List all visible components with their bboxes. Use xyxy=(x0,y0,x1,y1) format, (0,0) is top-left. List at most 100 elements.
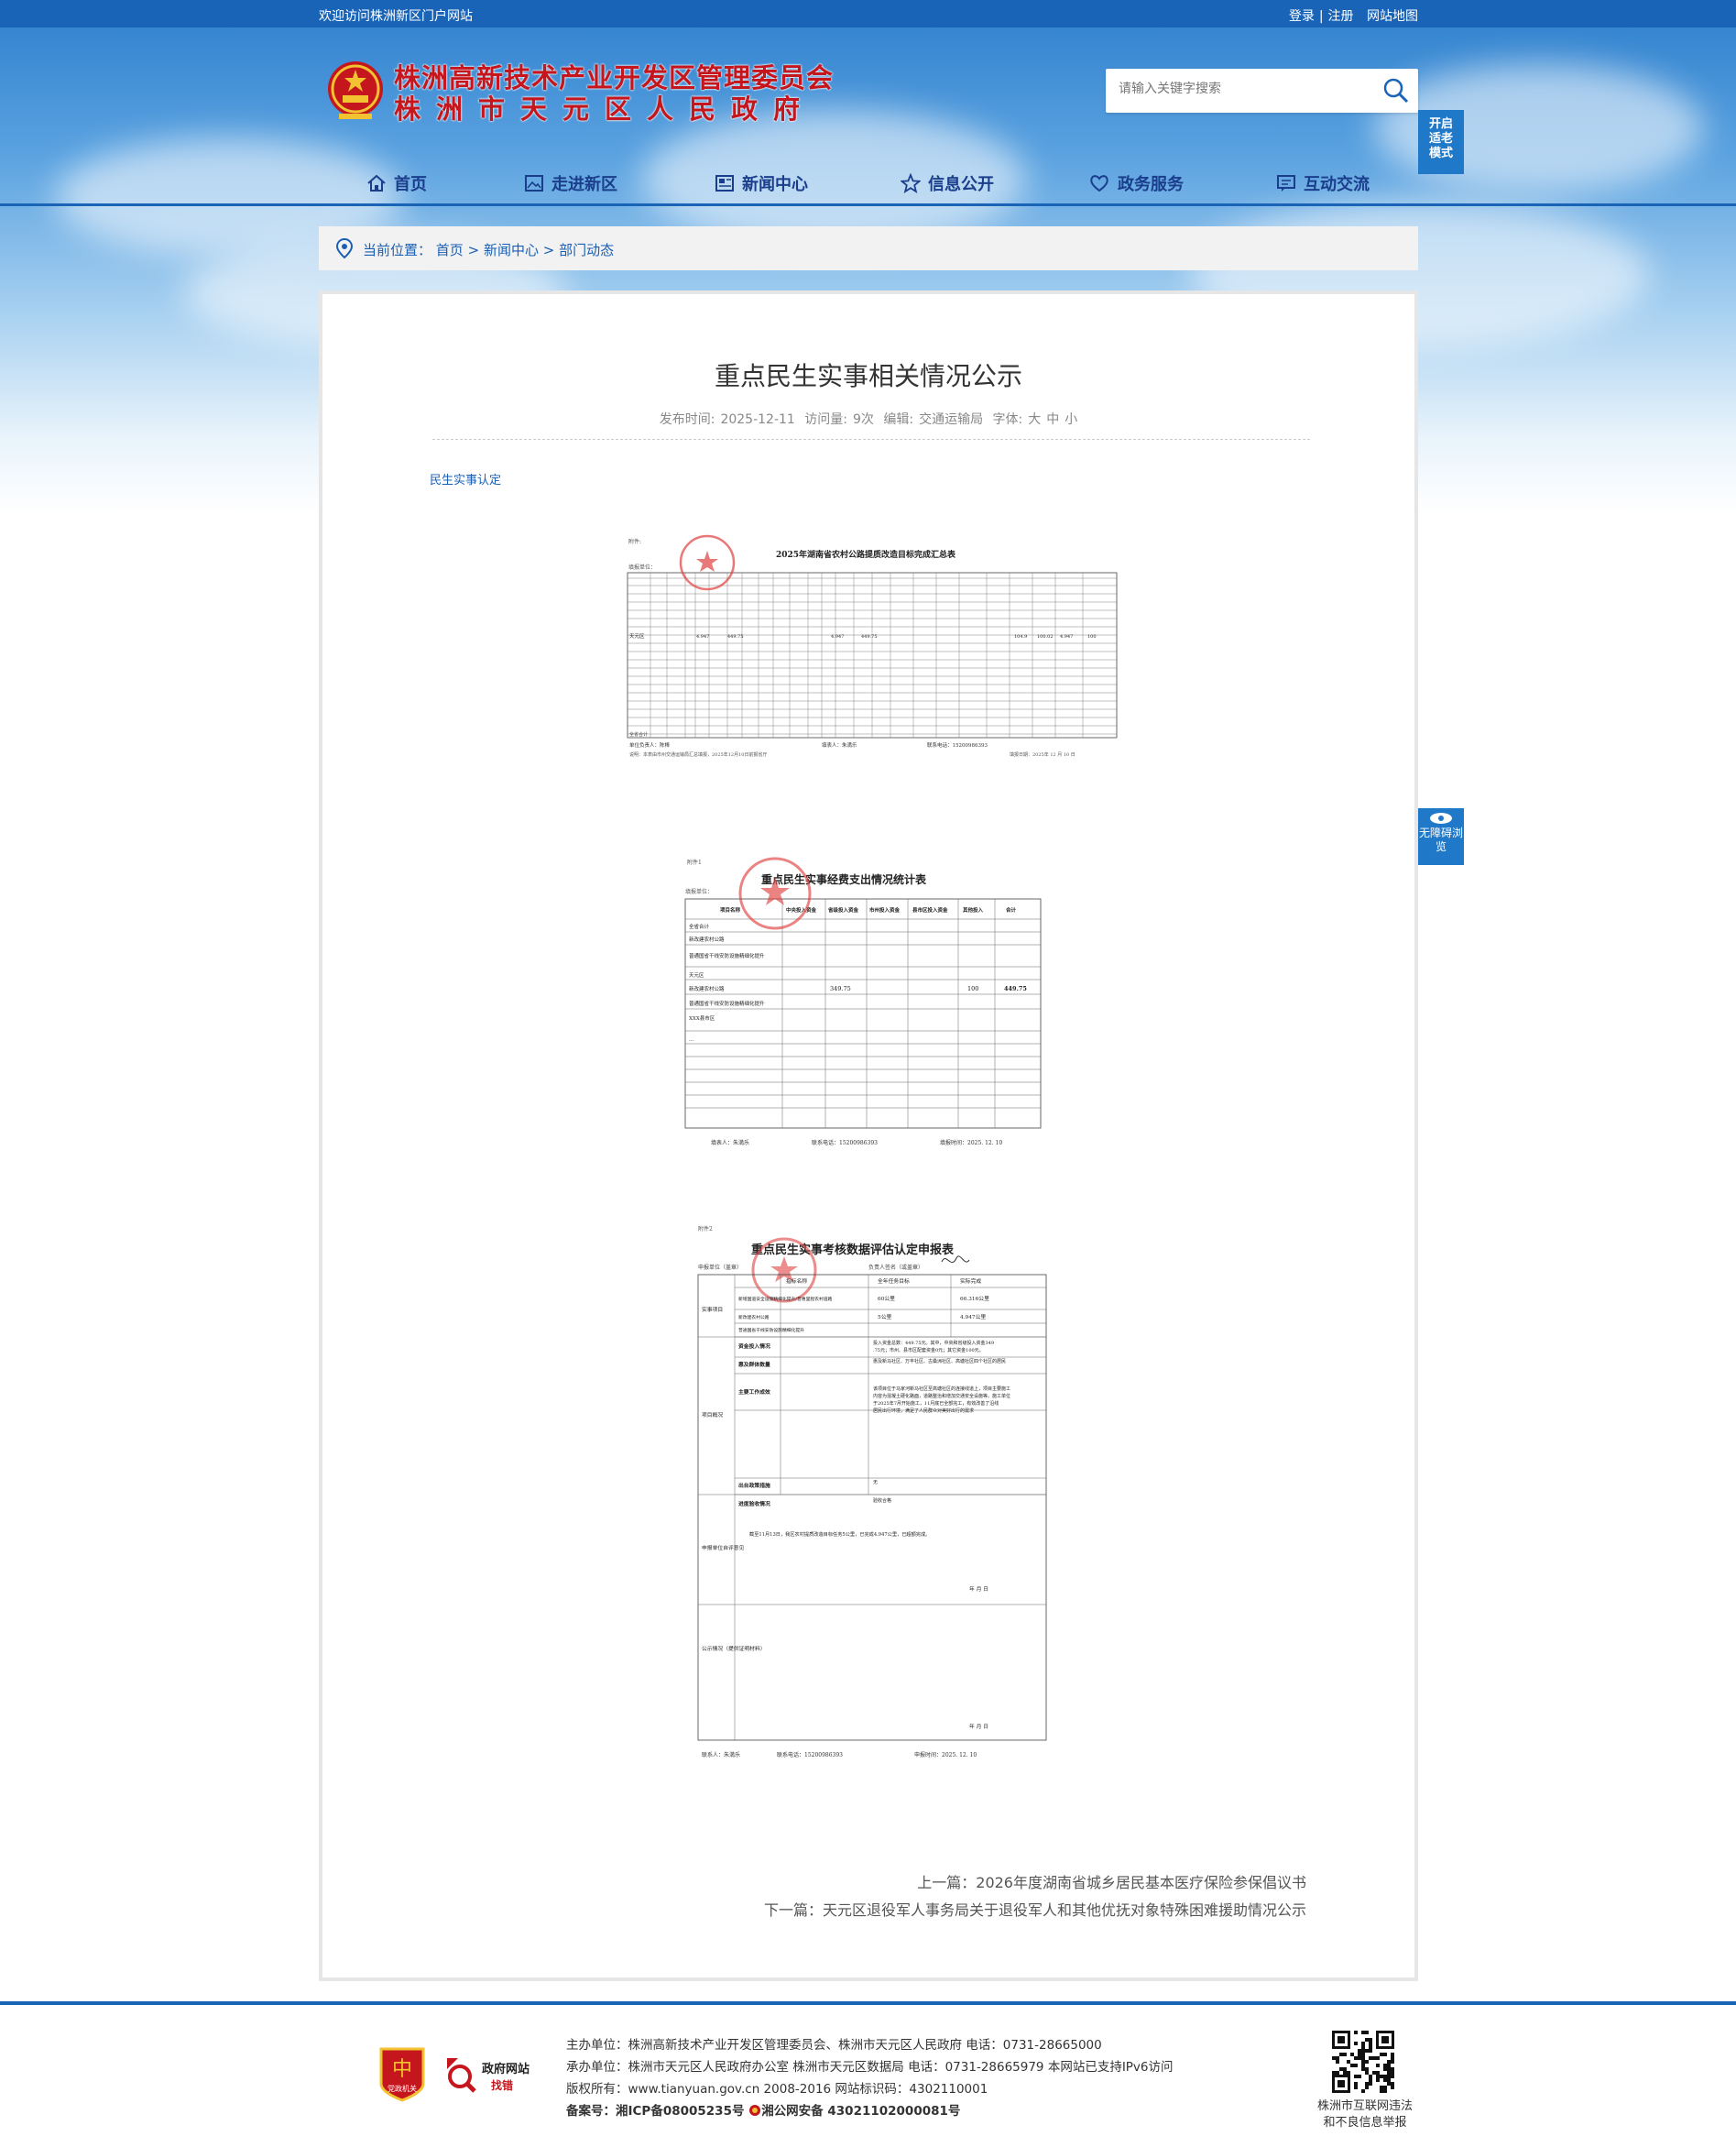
doc3-detail-key: 惠及群体数量 xyxy=(738,1361,770,1368)
doc3-detail-value: 于2025年7月开始施工，11月底已全部完工，有效改善了沿线 xyxy=(873,1400,999,1407)
article-tag[interactable]: 民生实事认定 xyxy=(430,470,501,487)
font-size-medium[interactable]: 中 xyxy=(1046,412,1059,427)
host-text: 株洲高新技术产业开发区管理委员会、株洲市天元区人民政府 电话：0731-2866… xyxy=(628,2038,1102,2053)
site-title-line2: 株洲市天元区人民政府 xyxy=(394,93,816,125)
breadcrumb-home[interactable]: 首页 xyxy=(436,242,464,258)
doc3-detail-value: 验收合格 xyxy=(873,1497,891,1504)
doc3-detail-value: 惠及新马社区、万丰社区、古桑洲社区、高塘社区四个社区的居民 xyxy=(873,1358,1006,1364)
next-article[interactable]: 下一篇：天元区退役军人事务局关于退役军人和其他优抚对象特殊困难援助情况公示 xyxy=(764,1898,1306,1920)
separator: | xyxy=(1318,9,1324,24)
nav-item-info-public[interactable]: 信息公开 xyxy=(901,169,994,198)
doc1-value: 4.947 xyxy=(831,634,844,640)
doc2-header: 合计 xyxy=(1006,906,1017,914)
nav-item-home[interactable]: 首页 xyxy=(366,169,427,198)
doc3-detail-value: 投入资金总数：449.75元。其中，中央和省级投入资金349 xyxy=(873,1340,994,1346)
doc1-footer-left: 单位负责人：陈棒 xyxy=(629,741,671,749)
heart-hand-icon xyxy=(1090,175,1108,192)
police-record[interactable]: 湘公网安备 43021102000081号 xyxy=(761,2104,960,2119)
doc3-col: 实际完成 xyxy=(960,1277,981,1285)
national-emblem-logo[interactable] xyxy=(326,59,385,123)
nav-label: 信息公开 xyxy=(928,175,994,194)
nav-label: 政务服务 xyxy=(1118,175,1184,194)
nav-item-interaction[interactable]: 互动交流 xyxy=(1276,169,1370,198)
doc1-value: 4.947 xyxy=(696,634,709,640)
qr-caption-line2: 和不良信息举报 xyxy=(1323,2116,1407,2130)
qr-code-icon[interactable] xyxy=(1330,2029,1396,2095)
site-title-line1: 株洲高新技术产业开发区管理委员会 xyxy=(394,62,835,93)
qr-caption-line1: 株洲市互联网违法 xyxy=(1316,2099,1413,2113)
doc1-value: 449.75 xyxy=(727,634,744,640)
nav-label: 走进新区 xyxy=(551,175,617,194)
doc3-date: 年 月 日 xyxy=(969,1585,988,1593)
copyright-label: 版权所有： xyxy=(566,2082,628,2097)
doc2-row-name: ... xyxy=(689,1037,693,1043)
login-link[interactable]: 登录 xyxy=(1289,9,1315,24)
doc1-value: 449.75 xyxy=(861,634,878,640)
doc1-title: 2025年湖南省农村公路提质改造目标完成汇总表 xyxy=(776,549,956,560)
attachment-image-summary-table: 附件: 2025年湖南省农村公路提质改造目标完成汇总表 填报单位： 天元区 4.… xyxy=(625,532,1119,789)
doc3-footer-right: 申报时间：2025. 12. 10 xyxy=(914,1751,977,1758)
breadcrumb-sep: > xyxy=(542,242,555,258)
barrier-free-button[interactable]: 无障碍浏览 xyxy=(1418,808,1464,865)
doc1-value: 100.02 xyxy=(1037,634,1054,640)
nav-item-gov-service[interactable]: 政务服务 xyxy=(1088,169,1184,198)
doc2-row-name: 新改建农村公路 xyxy=(689,985,725,992)
sitemap-link[interactable]: 网站地图 xyxy=(1367,9,1418,24)
location-pin-icon xyxy=(335,237,354,259)
article-title: 重点民生实事相关情况公示 xyxy=(714,361,1022,391)
title-divider xyxy=(432,439,1310,440)
doc1-unit: 填报单位： xyxy=(628,564,656,571)
doc1-total: 全省合计 xyxy=(629,731,648,738)
barrier-free-label: 无障碍浏览 xyxy=(1418,827,1463,853)
doc1-value: 4.947 xyxy=(1060,634,1073,640)
prev-label: 上一篇： xyxy=(917,1874,977,1891)
doc3-self-eval: 截至11月13日，我区农村提质改造目标任务5公里，已完成4.947公里，已超额完… xyxy=(749,1530,930,1538)
welcome-text: 欢迎访问株洲新区门户网站 xyxy=(319,9,473,24)
register-link[interactable]: 注册 xyxy=(1328,9,1354,24)
gov-website-error-badge[interactable]: 政府网站 找错 xyxy=(445,2056,537,2100)
doc2-title: 重点民生实事经费支出情况统计表 xyxy=(761,872,927,886)
doc2-row-name: XXX县市区 xyxy=(689,1014,715,1022)
doc1-value: 104.9 xyxy=(1014,634,1027,640)
search-input[interactable] xyxy=(1119,82,1366,96)
elder-mode-button[interactable]: 开启适老模式 xyxy=(1418,110,1464,174)
editor-label: 编辑: xyxy=(883,412,914,427)
nav-item-enter-zone[interactable]: 走进新区 xyxy=(524,169,617,198)
doc3-section: 项目概况 xyxy=(702,1411,723,1419)
top-links: 登录 | 注册 网站地图 xyxy=(1289,6,1418,25)
prev-article[interactable]: 上一篇：2026年度湖南省城乡居民基本医疗保险参保倡议书 xyxy=(917,1870,1306,1892)
doc2-row-name: 普通国省干线安防设施精细化提升 xyxy=(689,1000,765,1007)
font-size-large[interactable]: 大 xyxy=(1028,412,1041,427)
doc3-unit: 申报单位（盖章） xyxy=(698,1264,742,1271)
doc2-row-name: 天元区 xyxy=(689,972,704,979)
eye-icon xyxy=(1430,813,1452,824)
doc3-detail-key: 进度验收情况 xyxy=(738,1500,770,1507)
doc2-row-name: 普通国省干线安防设施精细化提升 xyxy=(689,952,765,959)
search-icon[interactable] xyxy=(1381,76,1411,105)
doc3-task-target: 60公里 xyxy=(878,1296,895,1302)
doc3-label: 附件2 xyxy=(698,1225,713,1232)
doc3-task-name: 普通国省干线安防设施精细化提升 xyxy=(738,1327,804,1333)
doc3-detail-value: 无 xyxy=(873,1480,878,1485)
doc3-detail-key: 主要工作成效 xyxy=(738,1388,770,1396)
breadcrumb-news[interactable]: 新闻中心 xyxy=(484,242,539,258)
doc2-label: 附件1 xyxy=(687,859,702,866)
font-size-small[interactable]: 小 xyxy=(1065,412,1077,427)
organizer-text: 株洲市天元区人民政府办公室 株洲市天元区数据局 电话：0731-28665979… xyxy=(628,2060,1174,2075)
next-article-link[interactable]: 天元区退役军人事务局关于退役军人和其他优抚对象特殊困难援助情况公示 xyxy=(823,1901,1306,1919)
chat-icon xyxy=(1277,175,1295,192)
doc2-row-name: 新改建农村公路 xyxy=(689,936,725,943)
icp-record[interactable]: 湘ICP备08005235号 xyxy=(616,2104,744,2119)
badge2-line1: 政府网站 xyxy=(482,2062,530,2076)
party-gov-badge[interactable]: 中 党政机关 xyxy=(377,2045,427,2106)
top-bar: 欢迎访问株洲新区门户网站 登录 | 注册 网站地图 xyxy=(0,0,1736,27)
article-meta: 发布时间: 2025-12-11 访问量: 9次 编辑: 交通运输局 字体: 大中小 xyxy=(322,410,1414,428)
nav-divider xyxy=(0,203,1736,206)
nav-item-news[interactable]: 新闻中心 xyxy=(715,169,808,198)
doc2-header: 中央投入资金 xyxy=(786,906,817,914)
doc3-col: 全年任务目标 xyxy=(878,1277,910,1285)
breadcrumb-department[interactable]: 部门动态 xyxy=(559,242,614,258)
prev-article-link[interactable]: 2026年度湖南省城乡居民基本医疗保险参保倡议书 xyxy=(976,1874,1306,1891)
doc1-value: 100 xyxy=(1087,634,1097,640)
doc1-footer-mid: 填表人：朱満乐 xyxy=(822,741,857,749)
